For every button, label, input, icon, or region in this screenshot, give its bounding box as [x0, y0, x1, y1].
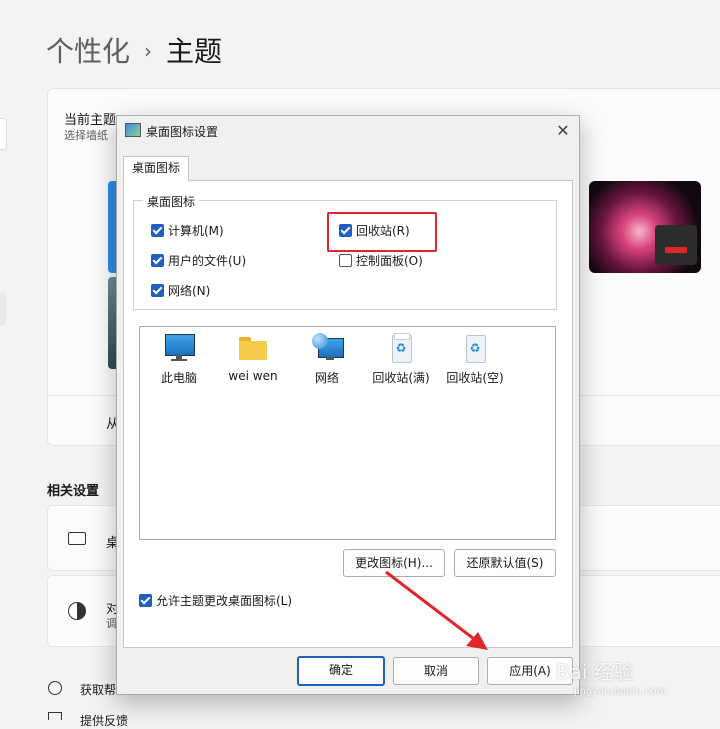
annotation-arrow [385, 570, 488, 650]
contrast-icon [68, 602, 86, 620]
checkbox-checked-icon [151, 224, 164, 237]
desktop-icon-settings-dialog: 桌面图标设置 ✕ 桌面图标 桌面图标 计算机(M) 回收站(R) 用户的文件(U… [116, 115, 580, 695]
checkbox-checked-icon [151, 284, 164, 297]
checkbox-computer-label: 计算机(M) [168, 224, 224, 238]
watermark-url: jingyan.baidu.com [574, 686, 667, 697]
network-globe-icon [310, 333, 344, 363]
icon-label: 回收站(空) [446, 371, 504, 385]
checkbox-checked-icon [139, 594, 152, 607]
tab-desktop-icons[interactable]: 桌面图标 [123, 156, 189, 181]
related-settings-heading: 相关设置 [47, 484, 100, 499]
checkbox-unchecked-icon [339, 254, 352, 267]
recycle-bin-empty-icon: ♻ [458, 333, 492, 363]
monitor-icon [162, 333, 196, 363]
checkbox-checked-icon [151, 254, 164, 267]
checkbox-allow-themes-label: 允许主题更改桌面图标(L) [156, 594, 293, 608]
icon-item-user-folder[interactable]: wei wen [218, 333, 288, 383]
breadcrumb: 个性化 › 主题 [46, 30, 222, 70]
help-icon [48, 681, 62, 695]
icon-label: wei wen [228, 369, 278, 383]
checkbox-control-panel[interactable]: 控制面板(O) [339, 252, 423, 269]
ok-button[interactable]: 确定 [297, 656, 385, 686]
dialog-title: 桌面图标设置 [146, 125, 219, 139]
icon-label: 网络 [314, 371, 339, 385]
cancel-button[interactable]: 取消 [393, 657, 479, 685]
group-label: 桌面图标 [143, 193, 200, 210]
icon-item-recycle-empty[interactable]: ♻ 回收站(空) [440, 333, 510, 386]
current-theme-subtitle: 选择墙纸 [64, 129, 108, 142]
icon-label: 此电脑 [160, 371, 197, 385]
folder-icon [236, 333, 270, 363]
checkbox-network[interactable]: 网络(N) [151, 282, 210, 299]
recycle-bin-full-icon: ♻ [384, 333, 418, 363]
help-link[interactable]: 获取帮 [80, 681, 116, 698]
left-search-stub[interactable] [0, 118, 7, 150]
close-icon[interactable]: ✕ [551, 120, 575, 142]
highlight-box [327, 212, 437, 252]
theme-thumbnail-bloom[interactable] [589, 181, 701, 273]
feedback-link[interactable]: 提供反馈 [80, 712, 128, 729]
breadcrumb-separator: › [144, 39, 153, 63]
dialog-app-icon [125, 123, 141, 137]
checkbox-control-panel-label: 控制面板(O) [356, 254, 423, 268]
page-title: 主题 [166, 35, 223, 68]
icon-list[interactable]: 此电脑 wei wen 网络 ♻ 回收站(满) ♻ 回收站(空) [139, 326, 556, 540]
checkbox-computer[interactable]: 计算机(M) [151, 222, 224, 239]
dialog-titlebar[interactable]: 桌面图标设置 ✕ [117, 116, 579, 146]
icon-item-recycle-full[interactable]: ♻ 回收站(满) [366, 333, 436, 386]
left-nav-stub[interactable] [0, 292, 6, 326]
checkbox-allow-themes[interactable]: 允许主题更改桌面图标(L) [139, 592, 292, 609]
checkbox-user-files-label: 用户的文件(U) [168, 254, 247, 268]
icon-label: 回收站(满) [372, 371, 430, 385]
icon-item-this-pc[interactable]: 此电脑 [144, 333, 214, 386]
checkbox-user-files[interactable]: 用户的文件(U) [151, 252, 246, 269]
icon-item-network[interactable]: 网络 [292, 333, 362, 386]
desktop-icon [68, 532, 86, 545]
watermark-logo: Bai 经验 [556, 660, 634, 684]
current-theme-title: 当前主题 [64, 113, 117, 128]
checkbox-network-label: 网络(N) [168, 284, 211, 298]
breadcrumb-parent[interactable]: 个性化 [46, 35, 130, 68]
